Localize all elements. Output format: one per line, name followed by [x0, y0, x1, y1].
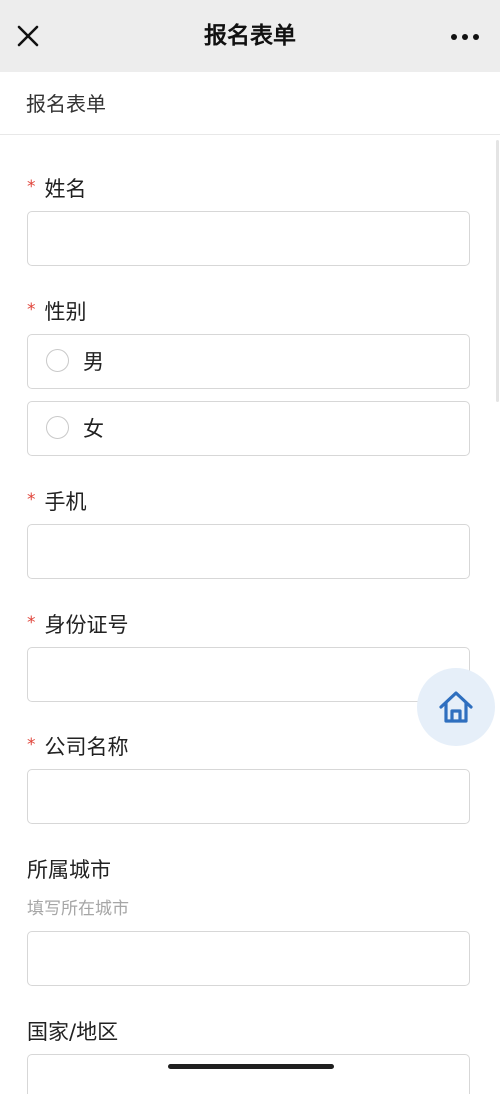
phone-input[interactable] — [27, 524, 470, 579]
required-mark: * — [27, 177, 36, 197]
company-input[interactable] — [27, 769, 470, 824]
id-number-label-text: 身份证号 — [44, 613, 129, 637]
gender-option-label: 女 — [83, 417, 104, 441]
name-input[interactable] — [27, 211, 470, 266]
id-number-input[interactable] — [27, 647, 470, 702]
country-input[interactable] — [27, 1054, 470, 1094]
name-label: * 姓名 — [27, 174, 87, 206]
gender-option-label: 男 — [83, 350, 104, 374]
home-button[interactable] — [417, 668, 495, 746]
gender-label: * 性别 — [27, 297, 87, 329]
radio-circle-icon[interactable] — [46, 349, 69, 372]
more-dots-icon[interactable] — [450, 28, 480, 46]
city-label: 所属城市 — [27, 855, 111, 885]
company-label: * 公司名称 — [27, 732, 129, 764]
scrollbar[interactable] — [496, 140, 499, 402]
required-mark: * — [27, 300, 36, 320]
required-mark: * — [27, 490, 36, 510]
gender-option-male[interactable]: 男 — [27, 334, 470, 389]
city-label-text: 所属城市 — [27, 858, 111, 882]
city-input[interactable] — [27, 931, 470, 986]
city-hint: 填写所在城市 — [27, 899, 129, 919]
home-icon — [439, 691, 473, 723]
required-mark: * — [27, 735, 36, 755]
page-title: 报名表单 — [26, 92, 106, 116]
home-indicator-bar[interactable] — [168, 1064, 334, 1069]
phone-label: * 手机 — [27, 487, 87, 519]
company-label-text: 公司名称 — [44, 735, 129, 759]
navbar-title: 报名表单 — [204, 23, 296, 49]
page-header: 报名表单 — [0, 72, 500, 135]
phone-label-text: 手机 — [44, 490, 87, 514]
required-mark: * — [27, 613, 36, 633]
country-label: 国家/地区 — [27, 1017, 118, 1047]
country-label-text: 国家/地区 — [27, 1020, 119, 1044]
gender-option-female[interactable]: 女 — [27, 401, 470, 456]
gender-label-text: 性别 — [44, 300, 87, 324]
name-label-text: 姓名 — [44, 177, 87, 201]
radio-circle-icon[interactable] — [46, 416, 69, 439]
id-number-label: * 身份证号 — [27, 610, 129, 642]
top-navbar: 报名表单 — [0, 0, 500, 72]
